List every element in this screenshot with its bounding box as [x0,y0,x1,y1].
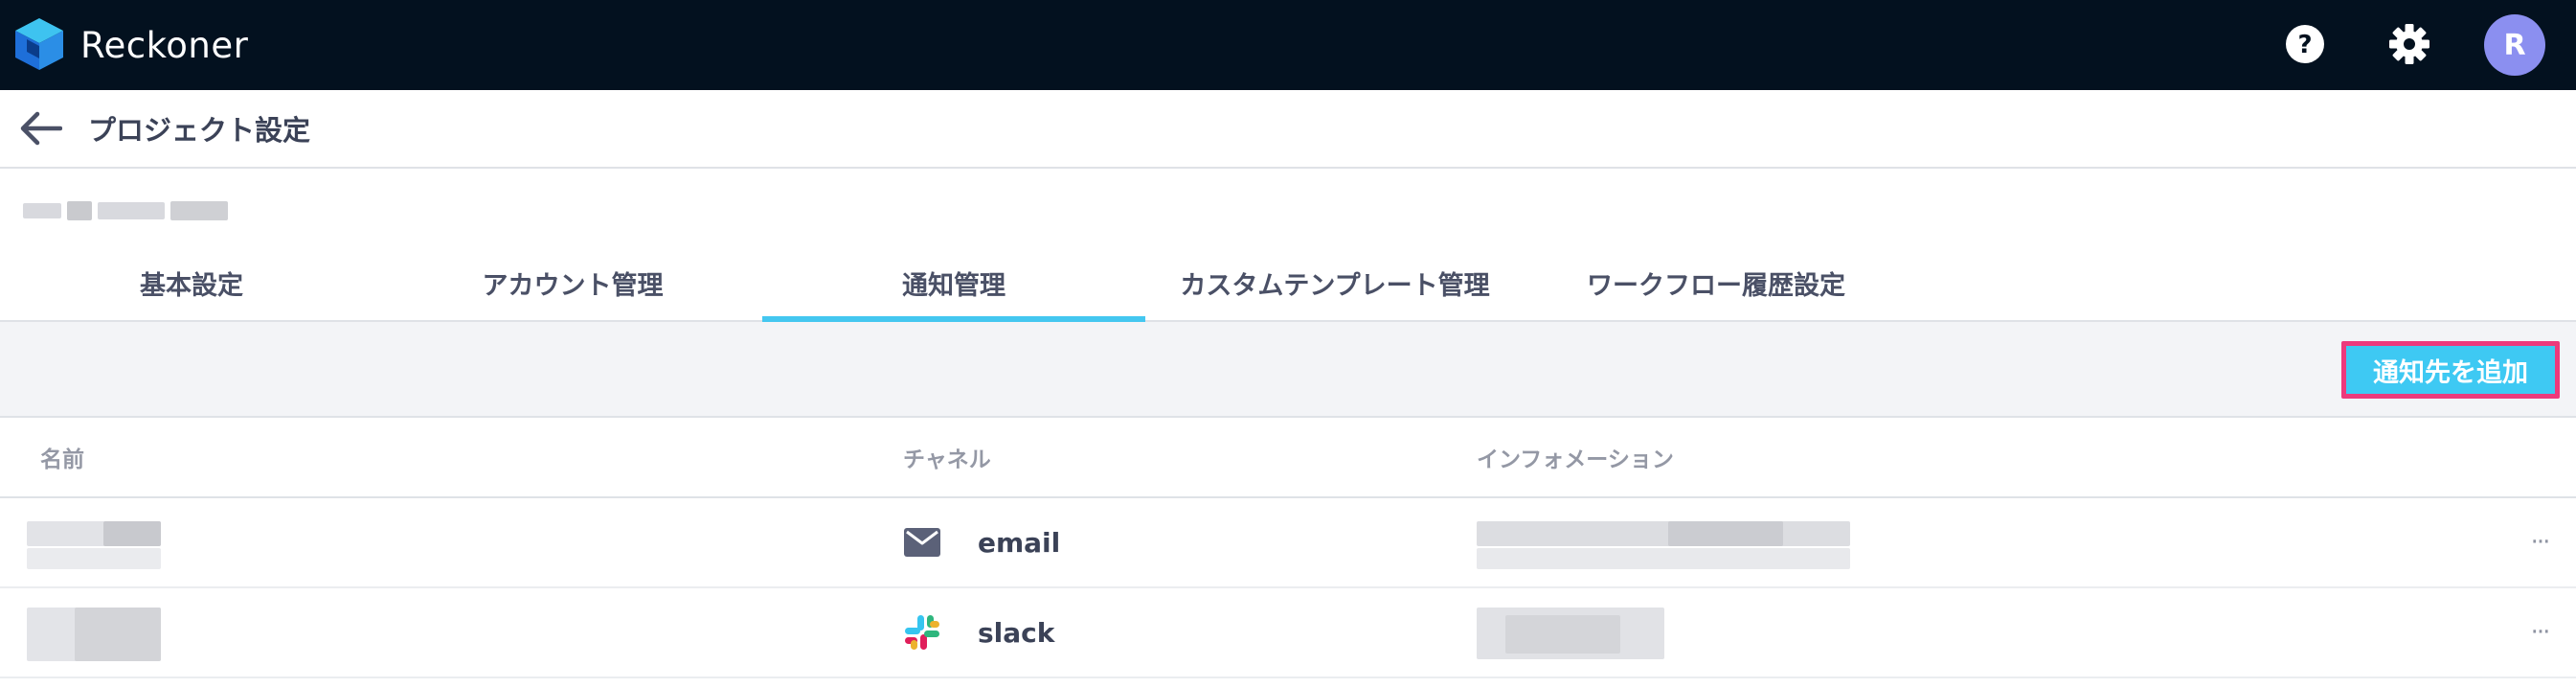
column-header-channel[interactable]: チャネル [903,418,991,496]
notification-toolbar: 通知先を追加 [0,322,2576,418]
svg-text:?: ? [2297,31,2312,59]
tab-notification-management[interactable]: 通知管理 [762,245,1145,322]
row-more-icon[interactable]: ··· [2525,588,2554,677]
channel-cell: email [903,498,1060,586]
row-more-icon[interactable]: ··· [2525,498,2554,586]
channel-label: slack [978,616,1055,649]
settings-tabs: 基本設定 アカウント管理 通知管理 カスタムテンプレート管理 ワークフロー履歴設… [0,245,2576,322]
page-title: プロジェクト設定 [88,114,311,147]
user-avatar[interactable]: R [2484,14,2545,76]
tab-workflow-history-settings[interactable]: ワークフロー履歴設定 [1525,245,1908,320]
channel-label: email [978,526,1061,559]
slack-icon [903,613,941,652]
table-row[interactable]: slack ··· [0,588,2576,678]
brand-name[interactable]: Reckoner [80,0,248,90]
gear-icon[interactable] [2386,21,2432,67]
tab-account-management[interactable]: アカウント管理 [381,245,764,320]
back-arrow-icon[interactable] [19,109,63,148]
column-header-name[interactable]: 名前 [40,418,84,496]
table-header: 名前 チャネル インフォメーション [0,418,2576,498]
tab-basic-settings[interactable]: 基本設定 [0,245,383,320]
add-notification-target-button[interactable]: 通知先を追加 [2341,341,2560,399]
table-row[interactable]: email ··· [0,498,2576,588]
envelope-icon [903,523,941,562]
column-header-information[interactable]: インフォメーション [1477,418,1674,496]
help-icon[interactable]: ? [2282,21,2328,67]
reckoner-logo-icon[interactable] [13,16,65,72]
page-header: プロジェクト設定 [0,90,2576,169]
tab-custom-template-management[interactable]: カスタムテンプレート管理 [1143,245,1526,320]
project-name-redacted [23,199,253,222]
top-bar: Reckoner ? R [0,0,2576,90]
channel-cell: slack [903,588,1054,677]
